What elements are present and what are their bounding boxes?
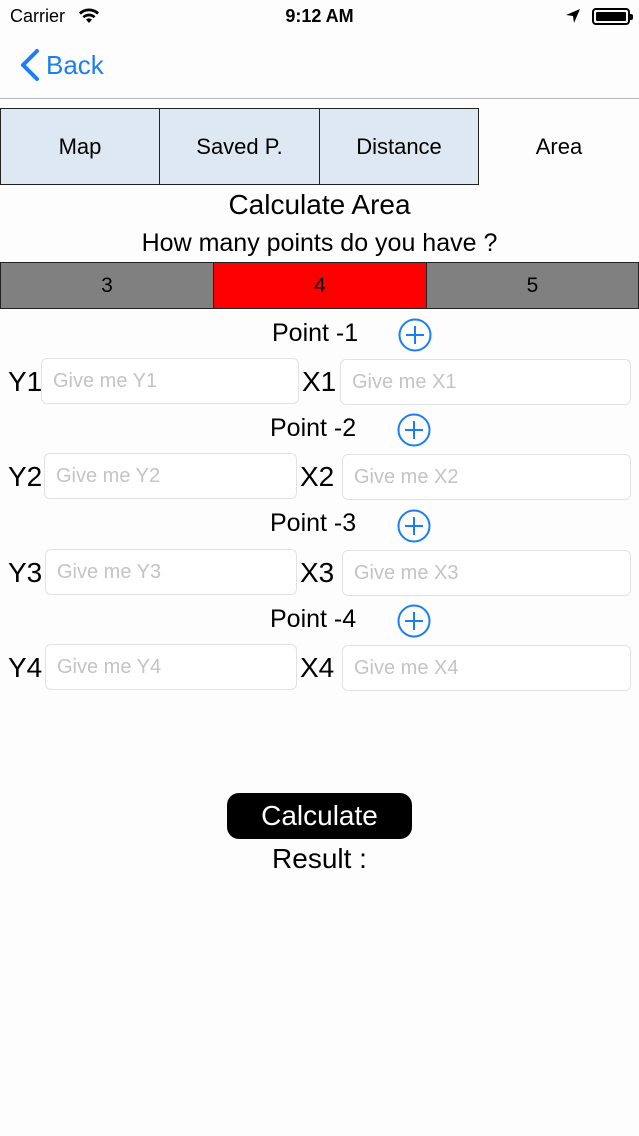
chevron-left-icon: [21, 49, 39, 81]
segment-4-points[interactable]: 4: [213, 262, 427, 309]
x4-input[interactable]: [342, 645, 631, 691]
add-point-1-icon[interactable]: [398, 318, 432, 352]
location-arrow-icon: [566, 9, 580, 23]
x3-input[interactable]: [342, 550, 631, 596]
battery-icon: [592, 8, 633, 25]
tab-area[interactable]: Area: [479, 108, 639, 185]
result-label: Result :: [272, 843, 367, 874]
x2-label: X2: [300, 461, 335, 492]
y4-input[interactable]: [45, 644, 297, 690]
y1-label: Y1: [8, 366, 43, 397]
y2-label: Y2: [8, 461, 43, 492]
back-button[interactable]: Back: [18, 48, 104, 82]
x1-label: X1: [302, 366, 337, 397]
point-1-title: Point -1: [272, 319, 359, 347]
add-point-3-icon[interactable]: [397, 509, 431, 543]
y2-input[interactable]: [44, 453, 297, 499]
calculate-button[interactable]: Calculate: [227, 793, 412, 839]
add-point-4-icon[interactable]: [397, 604, 431, 638]
back-label: Back: [46, 49, 104, 80]
y3-label: Y3: [8, 557, 43, 588]
x3-label: X3: [300, 557, 335, 588]
clock: 9:12 AM: [285, 6, 354, 26]
x1-input[interactable]: [340, 359, 631, 405]
tab-saved-points[interactable]: Saved P.: [159, 108, 320, 185]
point-4-title: Point -4: [270, 605, 357, 633]
point-3-title: Point -3: [270, 509, 357, 537]
y3-input[interactable]: [45, 549, 297, 595]
segment-3-points[interactable]: 3: [0, 262, 214, 309]
segment-5-points[interactable]: 5: [426, 262, 639, 309]
tab-distance[interactable]: Distance: [319, 108, 479, 185]
x2-input[interactable]: [342, 454, 631, 500]
point-2-title: Point -2: [270, 414, 357, 442]
points-question: How many points do you have ?: [141, 229, 498, 257]
status-bar: Carrier 9:12 AM: [0, 0, 639, 34]
navigation-bar: Back: [0, 34, 639, 99]
tab-map[interactable]: Map: [0, 108, 160, 185]
x4-label: X4: [300, 652, 335, 683]
y4-label: Y4: [8, 652, 43, 683]
add-point-2-icon[interactable]: [397, 413, 431, 447]
page-title: Calculate Area: [228, 189, 411, 220]
y1-input[interactable]: [41, 358, 299, 404]
